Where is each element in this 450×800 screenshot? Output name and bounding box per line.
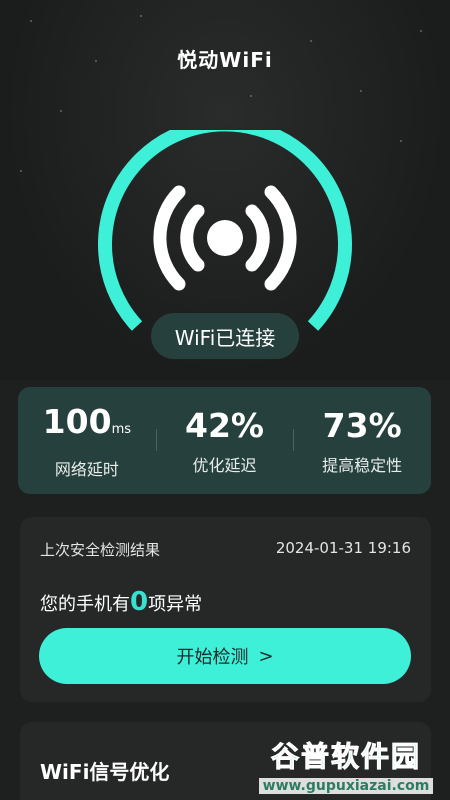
stats-card: 100ms 网络延时 42% 优化延迟 73% 提高稳定性 [18,387,431,494]
stat-value: 73% [322,405,402,445]
connection-status-badge: WiFi已连接 [151,313,299,359]
stat-unit: ms [111,421,131,437]
stat-value: 100ms [42,401,131,441]
scan-result: 您的手机有0项异常 [40,587,203,617]
security-scan-card: 上次安全检测结果 2024-01-31 19:16 您的手机有0项异常 开始检测… [20,517,431,702]
anomaly-count: 0 [130,587,149,617]
scan-title: 上次安全检测结果 [40,541,161,559]
start-scan-button[interactable]: 开始检测 > [39,628,411,684]
stat-label: 提高稳定性 [322,455,403,475]
page-title: 悦动WiFi [177,48,273,72]
stat-stability: 73% 提高稳定性 [293,387,431,494]
wifi-signal-icon [153,185,297,291]
stat-label: 优化延迟 [192,455,257,475]
stat-label: 网络延时 [54,459,119,479]
watermark-logo: 谷普软件园 www.gupuxiazai.com [246,735,446,795]
stat-optimize-delay: 42% 优化延迟 [155,387,294,494]
watermark-name: 谷普软件园 [270,740,421,774]
stat-latency: 100ms 网络延时 [18,387,156,494]
scan-header: 上次安全检测结果 2024-01-31 19:16 [40,539,411,560]
scan-timestamp: 2024-01-31 19:16 [275,539,411,557]
signal-optimize-title: WiFi信号优化 [40,760,170,784]
chevron-right-icon: > [258,645,274,667]
stat-value: 42% [185,405,264,445]
start-scan-label: 开始检测 [176,647,249,668]
watermark-url: www.gupuxiazai.com [258,778,434,794]
